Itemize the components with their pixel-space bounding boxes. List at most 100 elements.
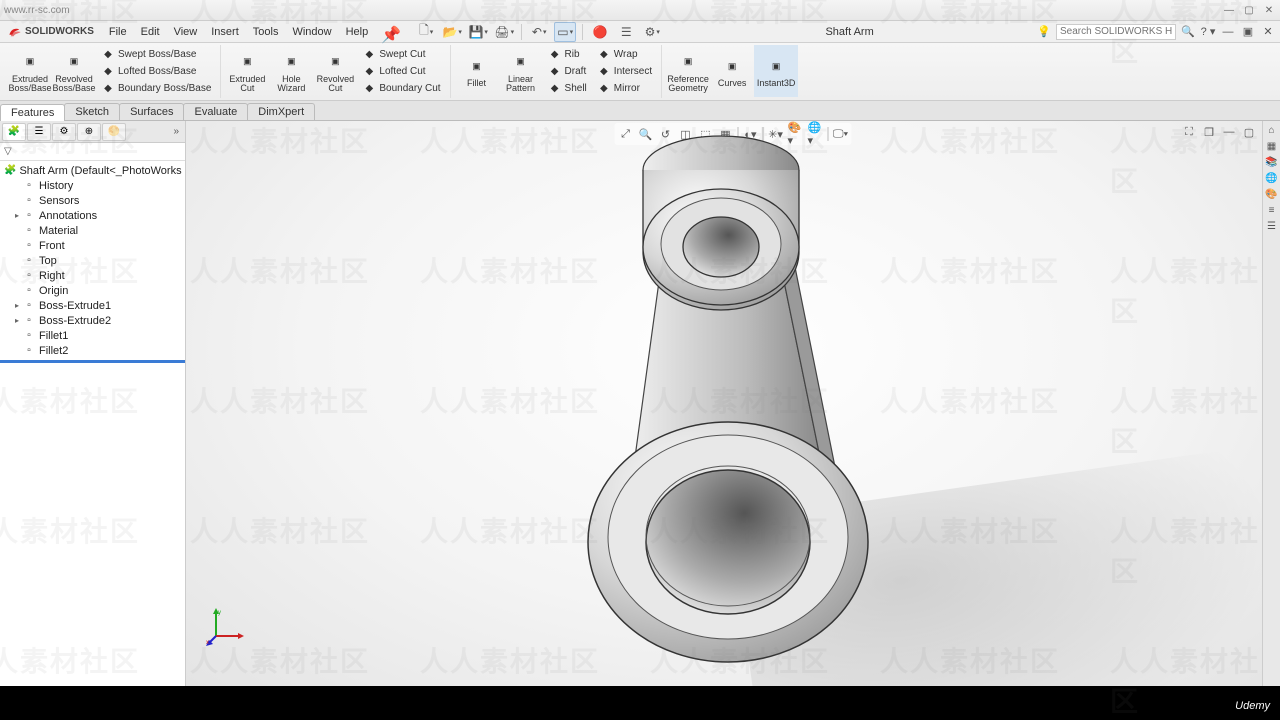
shell-button[interactable]: ◆Shell [545,80,590,97]
rebuild-button[interactable]: 🔴 [589,22,611,42]
menu-file[interactable]: File [102,24,134,40]
tree-tab[interactable]: 🧩 [2,123,26,141]
resources-icon[interactable]: ▦ [1265,139,1279,153]
vp-window-icon[interactable]: ❐ [1200,123,1218,141]
window-close-icon[interactable]: ✕ [1260,24,1276,40]
menu-insert[interactable]: Insert [204,24,246,40]
collapse-panel-icon[interactable]: » [169,126,183,137]
extruded-boss-button[interactable]: ▣ExtrudedBoss/Base [8,45,52,97]
udemy-logo: Udemy [1235,700,1270,712]
open-button[interactable]: 📂 [441,22,463,42]
mirror-button[interactable]: ◆Mirror [594,80,655,97]
window-restore-icon[interactable]: ▣ [1240,24,1256,40]
tree-item-sensors[interactable]: ▫Sensors [0,193,185,208]
extrude-icon: ▫ [22,314,36,328]
menu-window[interactable]: Window [285,24,338,40]
tree-item-origin[interactable]: ▫Origin [0,283,185,298]
file-explorer-icon[interactable]: 🌐 [1265,171,1279,185]
print-button[interactable]: 🖨 [493,22,515,42]
linear-pattern-button[interactable]: ▣LinearPattern [499,45,543,97]
tree-item-annotations[interactable]: ▸▫Annotations [0,208,185,223]
tree-item-fillet2[interactable]: ▫Fillet2 [0,343,185,358]
new-button[interactable]: 🗋 [415,22,437,42]
fillet-button[interactable]: ▣Fillet [455,45,499,97]
pin-icon[interactable]: 📌 [381,25,395,39]
vp-expand-icon[interactable]: ⛶ [1180,123,1198,141]
tab-dimxpert[interactable]: DimXpert [247,103,315,120]
rib-button[interactable]: ◆Rib [545,46,590,63]
boundary-boss-icon: ◆ [101,82,115,96]
menu-view[interactable]: View [167,24,205,40]
instant3d-button[interactable]: ▣Instant3D [754,45,798,97]
fillet-icon: ▫ [22,329,36,343]
tab-sketch[interactable]: Sketch [64,103,120,120]
revolved-boss-button[interactable]: ▣RevolvedBoss/Base [52,45,96,97]
swept-cut-button[interactable]: ◆Swept Cut [359,46,443,63]
menu-tools[interactable]: Tools [246,24,286,40]
svg-text:x: x [206,640,209,646]
property-tab[interactable]: ☰ [27,123,51,141]
settings-button[interactable]: ⚙ [641,22,663,42]
select-button[interactable]: ▭ [554,22,576,42]
vp-max-icon[interactable]: ▢ [1240,123,1258,141]
material-icon: ▫ [22,224,36,238]
tab-evaluate[interactable]: Evaluate [183,103,248,120]
appearance-tab[interactable]: 🌕 [102,123,126,141]
home-icon[interactable]: ⌂ [1265,123,1279,137]
revolved-cut-button[interactable]: ▣RevolvedCut [313,45,357,97]
tree-item-fillet1[interactable]: ▫Fillet1 [0,328,185,343]
annot-icon: ▫ [22,209,36,223]
draft-button[interactable]: ◆Draft [545,63,590,80]
maximize-icon[interactable]: ▢ [1242,3,1256,17]
custom-props-icon[interactable]: ☰ [1265,219,1279,233]
save-button[interactable]: 💾 [467,22,489,42]
menu-edit[interactable]: Edit [134,24,167,40]
ref-geom-button[interactable]: ▣ReferenceGeometry [666,45,710,97]
shell-icon: ◆ [548,82,562,96]
rollback-bar[interactable] [0,360,185,363]
tree-item-boss-extrude1[interactable]: ▸▫Boss-Extrude1 [0,298,185,313]
swept-boss-button[interactable]: ◆Swept Boss/Base [98,46,214,63]
lofted-boss-button[interactable]: ◆Lofted Boss/Base [98,63,214,80]
curves-button[interactable]: ▣Curves [710,45,754,97]
fillet-icon: ▫ [22,344,36,358]
tree-item-right[interactable]: ▫Right [0,268,185,283]
tree-item-boss-extrude2[interactable]: ▸▫Boss-Extrude2 [0,313,185,328]
wrap-button[interactable]: ◆Wrap [594,46,655,63]
options-button[interactable]: ☰ [615,22,637,42]
undo-button[interactable]: ↶ [528,22,550,42]
boundary-cut-button[interactable]: ◆Boundary Cut [359,80,443,97]
design-lib-icon[interactable]: 📚 [1265,155,1279,169]
document-title: Shaft Arm [663,26,1036,38]
config-tab[interactable]: ⚙ [52,123,76,141]
help-dropdown[interactable]: ? ▾ [1200,24,1216,40]
appearances-icon[interactable]: ≡ [1265,203,1279,217]
window-minimize-icon[interactable]: — [1220,24,1236,40]
minimize-icon[interactable]: — [1222,3,1236,17]
dim-tab[interactable]: ⊕ [77,123,101,141]
boundary-boss-button[interactable]: ◆Boundary Boss/Base [98,80,214,97]
tab-surfaces[interactable]: Surfaces [119,103,184,120]
tree-root[interactable]: 🧩Shaft Arm (Default<_PhotoWorks Dis [0,163,185,178]
intersect-button[interactable]: ◆Intersect [594,63,655,80]
viewport-3d[interactable]: ⤢ 🔍 ↺ ◫ ⬚ ▦ ◐▾ ✳▾ 🎨▾ 🌐▾ 🖵▾ ⛶ ❐ — ▢ ✕ [186,121,1280,686]
tree-item-front[interactable]: ▫Front [0,238,185,253]
tree-item-material-not-specified-[interactable]: ▫Material [0,223,185,238]
vp-min-icon[interactable]: — [1220,123,1238,141]
close-icon[interactable]: ✕ [1262,3,1276,17]
search-icon[interactable]: 🔍 [1180,24,1196,40]
tab-features[interactable]: Features [0,104,65,121]
lofted-cut-button[interactable]: ◆Lofted Cut [359,63,443,80]
search-input[interactable] [1056,24,1176,40]
view-palette-icon[interactable]: 🎨 [1265,187,1279,201]
menu-help[interactable]: Help [339,24,376,40]
lofted-boss-icon: ◆ [101,65,115,79]
extrude-icon: ▫ [22,299,36,313]
hole-wizard-button[interactable]: ▣HoleWizard [269,45,313,97]
fillet-icon: ▣ [466,55,488,77]
tree-item-history[interactable]: ▫History [0,178,185,193]
filter-icon[interactable]: ▽ [4,146,12,157]
tree-item-top[interactable]: ▫Top [0,253,185,268]
extruded-cut-button[interactable]: ▣ExtrudedCut [225,45,269,97]
help-bubble-icon[interactable]: 💡 [1036,24,1052,40]
